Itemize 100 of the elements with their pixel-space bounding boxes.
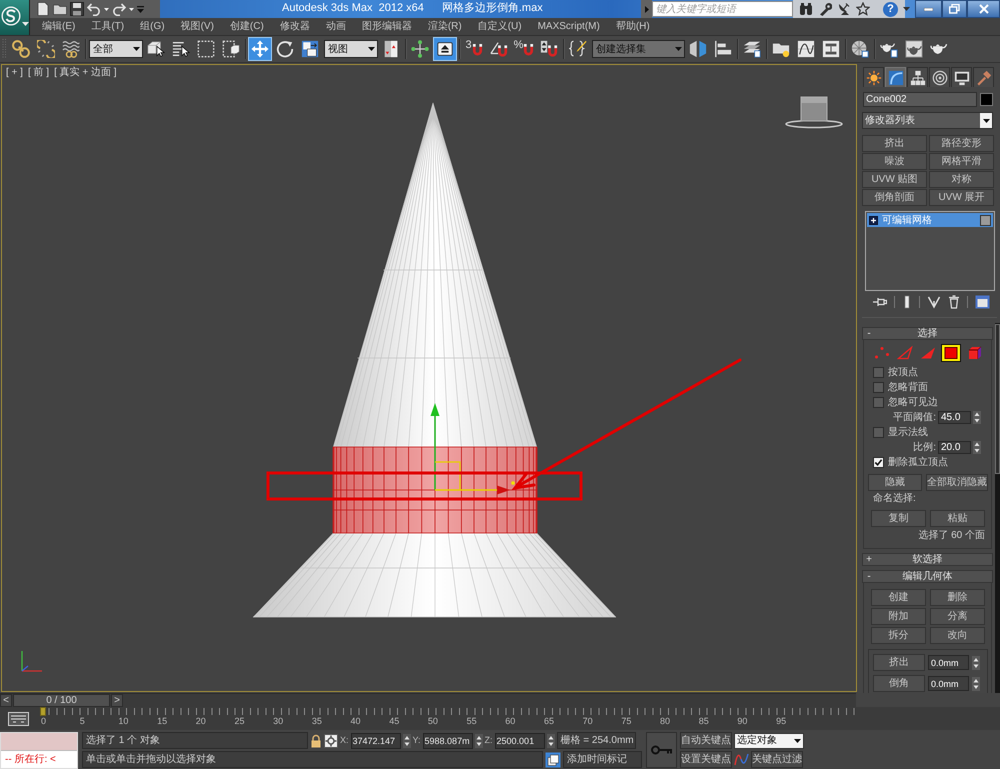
toolbar-dropdown[interactable]: 创建选择集 xyxy=(592,40,685,58)
checkbox[interactable] xyxy=(873,367,884,378)
modifier-list-dropdown[interactable]: 修改器列表 xyxy=(862,112,993,129)
scrollbar-thumb[interactable] xyxy=(995,324,1000,474)
time-slider-thumb[interactable]: 0 / 100 xyxy=(13,694,110,707)
show-end-result-button[interactable] xyxy=(902,295,912,309)
next-frame-button[interactable]: > xyxy=(111,694,123,707)
time-marker[interactable] xyxy=(40,707,46,716)
modifier-button[interactable]: UVW 展开 xyxy=(929,189,994,206)
key-mode-dropdown[interactable]: 选定对象 xyxy=(734,732,804,748)
infocenter-toggle-button[interactable] xyxy=(641,0,652,18)
subscription-button[interactable] xyxy=(818,2,832,16)
minimize-button[interactable] xyxy=(915,0,942,18)
toolbar-dropdown[interactable]: 视图 xyxy=(324,40,378,58)
favorites-button[interactable] xyxy=(856,2,870,16)
previous-frame-button[interactable]: < xyxy=(0,694,12,707)
set-key-button[interactable]: 设置关键点 xyxy=(680,751,732,768)
remove-modifier-button[interactable] xyxy=(948,295,960,309)
panel-button[interactable]: 挤出 xyxy=(873,654,925,671)
panel-tab[interactable] xyxy=(951,67,972,87)
menu-item[interactable]: 组(G) xyxy=(132,18,173,35)
menu-item[interactable]: 帮助(H) xyxy=(608,18,658,35)
viewport-label[interactable]: [ 前 ] xyxy=(28,67,50,79)
checkbox[interactable] xyxy=(873,382,884,393)
communication-button[interactable] xyxy=(837,2,851,16)
search-field[interactable]: 键入关键字或短语 xyxy=(652,1,793,17)
spinner-field[interactable]: 0.0mm xyxy=(928,676,969,691)
modifier-button[interactable]: UVW 贴图 xyxy=(862,171,927,188)
menu-item[interactable]: 编辑(E) xyxy=(34,18,84,35)
scrollbar[interactable] xyxy=(995,323,1000,693)
panel-button[interactable]: 隐藏 xyxy=(868,474,922,491)
spinner-arrows-icon[interactable] xyxy=(973,411,981,424)
close-button[interactable] xyxy=(967,0,1000,18)
menu-item[interactable]: 渲染(R) xyxy=(420,18,470,35)
make-unique-button[interactable] xyxy=(927,295,941,309)
help-menu-button[interactable] xyxy=(903,7,910,11)
undo-button[interactable] xyxy=(87,1,101,17)
pin-stack-button[interactable] xyxy=(872,295,887,309)
script-listener-field[interactable] xyxy=(1,733,77,751)
panel-button[interactable]: 拆分 xyxy=(871,627,926,644)
modifier-button[interactable]: 网格平滑 xyxy=(929,153,994,170)
panel-button[interactable]: 倒角 xyxy=(873,675,925,692)
configure-sets-button[interactable] xyxy=(975,295,990,309)
modifier-button[interactable]: 挤出 xyxy=(862,135,927,152)
modifier-button[interactable]: 噪波 xyxy=(862,153,927,170)
save-file-button[interactable] xyxy=(70,1,84,17)
panel-button[interactable]: 删除 xyxy=(930,589,985,606)
spinner-arrows-icon[interactable] xyxy=(402,734,411,748)
rollout-header[interactable]: - 选择 xyxy=(862,327,993,340)
move-tool-button[interactable] xyxy=(248,37,272,61)
search-button[interactable] xyxy=(799,2,813,16)
time-slider-track[interactable]: < 0 / 100 > xyxy=(0,693,856,707)
panel-button[interactable]: 复制 xyxy=(871,510,926,527)
menu-item[interactable]: 自定义(U) xyxy=(470,18,530,35)
spinner-arrows-icon[interactable] xyxy=(546,734,555,748)
coordinate-field[interactable]: 37472.147 xyxy=(350,732,401,748)
move-gizmo[interactable] xyxy=(430,403,515,494)
panel-tab[interactable] xyxy=(863,67,884,87)
selection-lock-button[interactable] xyxy=(310,734,322,748)
key-filters-button[interactable]: 关键点过滤 xyxy=(751,751,803,768)
coordinate-field[interactable]: 5988.087m xyxy=(422,732,473,748)
coordinate-field[interactable]: 2500.001 xyxy=(494,732,545,748)
object-name-field[interactable]: Cone002 xyxy=(863,92,977,107)
app-menu-button[interactable] xyxy=(0,0,30,35)
spinner-field[interactable]: 20.0 xyxy=(938,441,971,454)
panel-tab[interactable] xyxy=(907,67,928,87)
restore-button[interactable] xyxy=(942,0,967,18)
modifier-button[interactable]: 路径变形 xyxy=(929,135,994,152)
time-tag-field[interactable]: 添加时间标记 xyxy=(563,751,642,768)
new-file-button[interactable] xyxy=(36,1,50,17)
panel-button[interactable]: 全部取消隐藏 xyxy=(926,474,988,491)
time-tag-button[interactable] xyxy=(545,752,561,768)
spinner-arrows-icon[interactable] xyxy=(972,676,980,690)
panel-button[interactable]: 附加 xyxy=(871,608,926,625)
transform-mode-button[interactable] xyxy=(324,734,338,748)
menu-item[interactable]: 修改器 xyxy=(272,18,318,35)
viewport-label[interactable]: [ + ] xyxy=(6,67,23,79)
spinner-arrows-icon[interactable] xyxy=(973,441,981,454)
help-button[interactable]: ? xyxy=(883,2,898,16)
panel-button[interactable]: 分离 xyxy=(930,608,985,625)
modifier-button[interactable]: 倒角剖面 xyxy=(862,189,927,206)
checkbox[interactable] xyxy=(873,427,884,438)
keyboard-tool-button[interactable] xyxy=(433,37,457,61)
panel-tab[interactable] xyxy=(929,67,950,87)
spinner-field[interactable]: 0.0mm xyxy=(928,655,969,670)
modifier-button[interactable]: 对称 xyxy=(929,171,994,188)
plus-box-icon[interactable] xyxy=(869,216,878,224)
panel-button[interactable]: 创建 xyxy=(871,589,926,606)
rollout-header[interactable]: - 编辑几何体 xyxy=(862,570,993,583)
menu-item[interactable]: 工具(T) xyxy=(83,18,132,35)
checkbox[interactable] xyxy=(873,457,884,468)
snap-toggle-button[interactable]: % xyxy=(512,37,536,61)
stack-item[interactable]: 可编辑网格 xyxy=(867,213,993,227)
unlink-tool-button[interactable] xyxy=(34,37,58,61)
auto-key-button[interactable]: 自动关键点 xyxy=(680,732,732,749)
viewport-label[interactable]: [ 真实 + 边面 ] xyxy=(54,67,117,79)
panel-button[interactable]: 粘贴 xyxy=(930,510,985,527)
panel-button[interactable]: 改向 xyxy=(930,627,985,644)
spinner-arrows-icon[interactable] xyxy=(474,734,483,748)
checkbox[interactable] xyxy=(873,397,884,408)
